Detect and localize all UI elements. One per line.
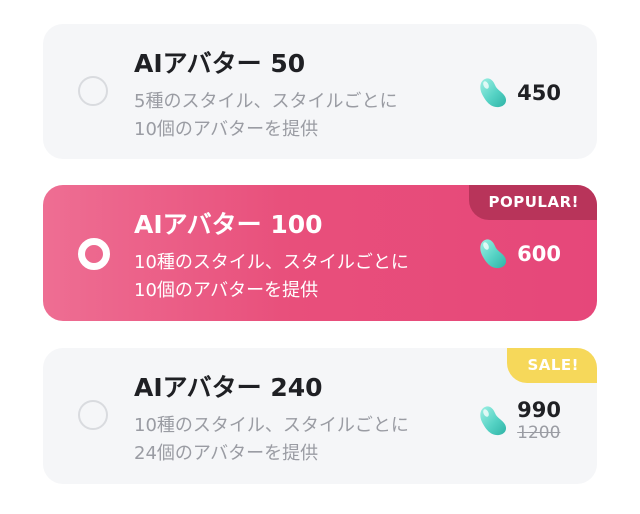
plan-description-line: 10個のアバターを提供 <box>134 119 319 140</box>
plan-description: 10種のスタイル、スタイルごとに 24個のアバターを提供 <box>134 412 409 468</box>
popular-badge: POPULAR! <box>468 185 597 220</box>
plan-radio-selected[interactable] <box>78 238 110 270</box>
plan-title: AIアバター 50 <box>134 49 306 78</box>
jelly-bean-icon <box>480 78 507 108</box>
sale-badge: SALE! <box>507 348 597 383</box>
plan-description-line: 10個のアバターを提供 <box>134 280 319 301</box>
original-price-strikethrough: 1200 <box>517 423 561 443</box>
plan-card-100[interactable]: POPULAR! AIアバター 100 10種のスタイル、スタイルごとに 10個… <box>43 185 597 321</box>
plan-price: 450 <box>477 76 561 110</box>
plan-card-50[interactable]: AIアバター 50 5種のスタイル、スタイルごとに 10個のアバターを提供 45… <box>43 24 597 159</box>
plan-description: 10種のスタイル、スタイルごとに 10個のアバターを提供 <box>134 249 409 305</box>
jelly-bean-icon <box>480 406 507 436</box>
plan-radio-unselected[interactable] <box>78 400 108 430</box>
plan-description-line: 10種のスタイル、スタイルごとに <box>134 415 409 436</box>
price-value: 600 <box>517 242 561 266</box>
plan-price: 600 <box>477 237 561 271</box>
plan-title: AIアバター 240 <box>134 373 323 402</box>
plan-price: 990 1200 <box>477 398 561 444</box>
price-value: 450 <box>517 81 561 105</box>
plan-description-line: 5種のスタイル、スタイルごとに <box>134 91 398 112</box>
plan-description-line: 24個のアバターを提供 <box>134 443 319 464</box>
plan-title: AIアバター 100 <box>134 210 323 239</box>
plan-radio-unselected[interactable] <box>78 76 108 106</box>
plan-card-240[interactable]: SALE! AIアバター 240 10種のスタイル、スタイルごとに 24個のアバ… <box>43 348 597 484</box>
plan-description-line: 10種のスタイル、スタイルごとに <box>134 252 409 273</box>
jelly-bean-icon <box>480 239 507 269</box>
price-value: 990 <box>517 398 561 422</box>
avatar-plan-list: AIアバター 50 5種のスタイル、スタイルごとに 10個のアバターを提供 45… <box>0 0 640 514</box>
plan-description: 5種のスタイル、スタイルごとに 10個のアバターを提供 <box>134 88 397 144</box>
